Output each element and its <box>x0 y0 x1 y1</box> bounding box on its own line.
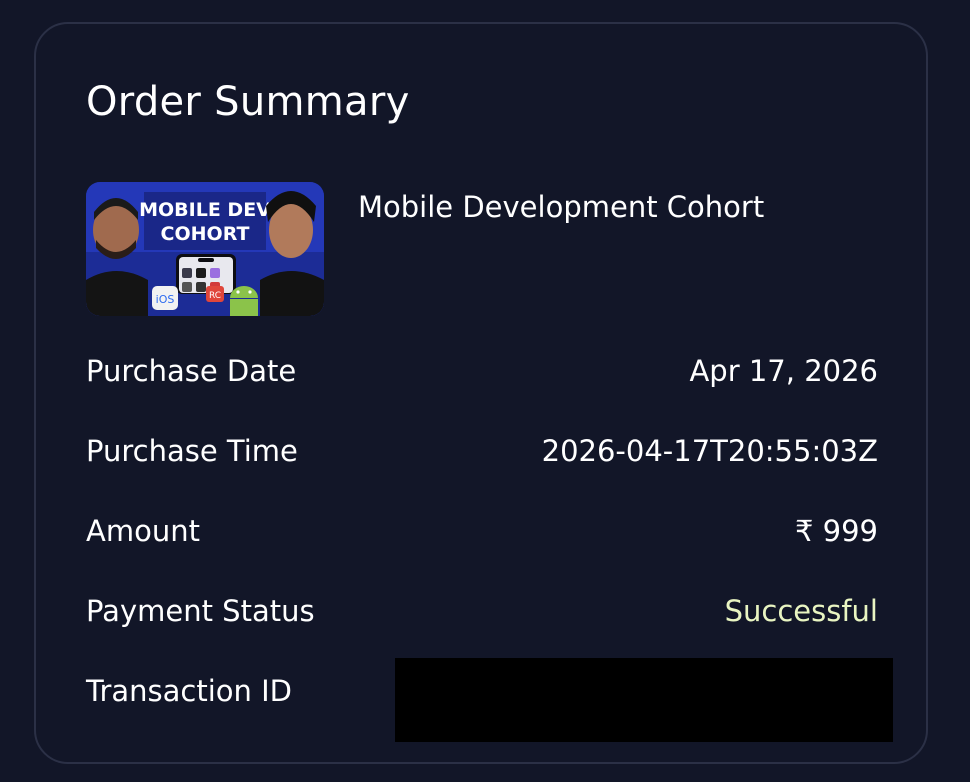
payment-status-row: Payment Status Successful <box>86 594 878 634</box>
page-title: Order Summary <box>86 79 410 125</box>
amount-row: Amount ₹ 999 <box>86 514 878 554</box>
purchase-date-value: Apr 17, 2026 <box>689 354 878 388</box>
product-thumbnail: MOBILE DEV COHORT iOS RC <box>86 182 324 316</box>
payment-status-badge: Successful <box>724 594 878 628</box>
purchase-date-row: Purchase Date Apr 17, 2026 <box>86 354 878 394</box>
payment-status-label: Payment Status <box>86 594 315 628</box>
ios-badge-label: iOS <box>156 293 175 306</box>
order-summary-card: Order Summary MOBILE DEV COHORT iOS RC M… <box>34 22 928 764</box>
transaction-id-redaction <box>395 658 893 742</box>
amount-value: ₹ 999 <box>794 514 878 548</box>
transaction-id-label: Transaction ID <box>86 674 293 708</box>
phone-illustration <box>176 254 236 294</box>
amount-label: Amount <box>86 514 200 548</box>
product-name: Mobile Development Cohort <box>358 190 765 224</box>
purchase-time-label: Purchase Time <box>86 434 298 468</box>
rc-badge-label: RC <box>209 291 221 301</box>
purchase-time-row: Purchase Time 2026-04-17T20:55:03Z <box>86 434 878 474</box>
purchase-date-label: Purchase Date <box>86 354 297 388</box>
purchase-time-value: 2026-04-17T20:55:03Z <box>541 434 878 468</box>
thumbnail-headline-2: COHORT <box>161 223 250 245</box>
android-icon <box>230 286 258 316</box>
thumbnail-headline-1: MOBILE DEV <box>139 199 271 221</box>
